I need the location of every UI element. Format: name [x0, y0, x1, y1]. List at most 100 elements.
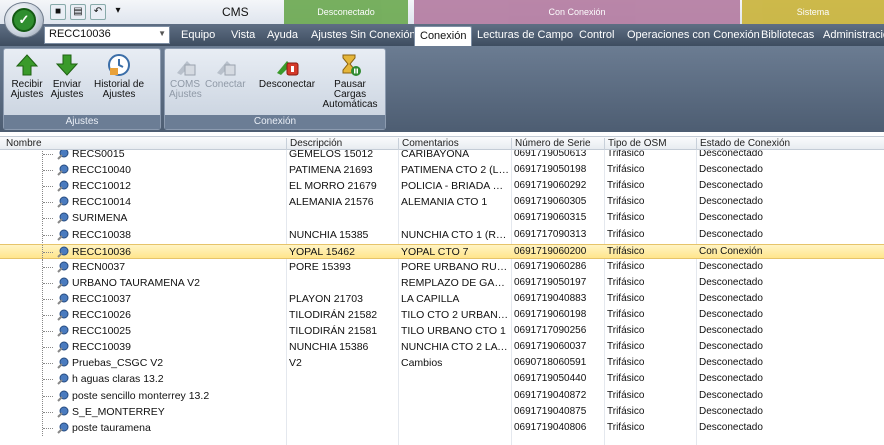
- cell-estado-de-conexion: Con Conexión: [699, 245, 763, 257]
- table-row[interactable]: RECS0015 GEMELOS 15012 CARIBAYONA 069171905…: [0, 150, 884, 162]
- historial-ajustes-button[interactable]: Historial de Ajustes: [88, 53, 150, 100]
- table-row[interactable]: RECC10026 TILODIRÁN 21582 TILO CTO 2 URBAN…: [0, 308, 884, 323]
- column-header-numero-de-serie[interactable]: Número de Serie: [511, 138, 591, 150]
- quick-access-toolbar: ■ ▤ ↶ ▾: [50, 4, 126, 20]
- cell-estado-de-conexion: Desconectado: [699, 325, 763, 337]
- cell-tipo-de-osm: Trifásico: [607, 292, 645, 304]
- cell-nombre: RECC10014: [72, 196, 131, 209]
- table-row[interactable]: RECN0037 PORE 15393 PORE URBANO RUR... 0691…: [0, 259, 884, 275]
- cell-comentarios: PATIMENA CTO 2 (LA...: [401, 164, 509, 177]
- cell-descripcion: TILODIRÁN 21582: [289, 309, 378, 321]
- cell-numero-de-serie: 0691719060037: [514, 341, 587, 353]
- table-row[interactable]: Pruebas_CSGC V2 V2 Cambios 0690718060591 Tri…: [0, 356, 884, 372]
- open-icon[interactable]: ▤: [70, 4, 86, 20]
- tab-lecturas-de-campo[interactable]: Lecturas de Campo: [472, 26, 578, 46]
- tree-connector: [42, 372, 56, 388]
- cell-numero-de-serie: 0691719060315: [514, 212, 587, 224]
- tab-bibliotecas[interactable]: Bibliotecas: [756, 26, 819, 46]
- cell-estado-de-conexion: Desconectado: [699, 196, 763, 208]
- device-node-icon: [57, 373, 69, 386]
- cell-numero-de-serie: 0691719050440: [514, 373, 587, 385]
- context-tab-sistema: Sistema: [742, 0, 884, 24]
- cell-nombre: S_E_MONTERREY: [72, 405, 165, 418]
- ribbon-tab-row: RECC10036 ▼ Equipo Vista Ayuda Ajustes S…: [0, 24, 884, 46]
- tree-connector: [42, 150, 56, 162]
- table-row[interactable]: RECC10037 PLAYON 21703 LA CAPILLA 069171904…: [0, 291, 884, 307]
- column-header-comentarios[interactable]: Comentarios: [398, 138, 459, 150]
- column-header-nombre[interactable]: Nombre: [0, 138, 42, 150]
- cell-estado-de-conexion: Desconectado: [699, 341, 763, 353]
- table-row[interactable]: h aguas claras 13.2 0691719050440 Trifásic…: [0, 372, 884, 388]
- cell-nombre: Pruebas_CSGC V2: [72, 357, 164, 370]
- cell-tipo-de-osm: Trifásico: [607, 196, 645, 208]
- undo-icon[interactable]: ↶: [90, 4, 106, 20]
- cell-comentarios: POLICIA - BRIADA CT...: [401, 180, 509, 193]
- table-row[interactable]: SURIMENA 0691719060315 Trifásico Desconecta…: [0, 211, 884, 227]
- table-row[interactable]: RECC10040 PATIMENA 21693 PATIMENA CTO 2 (L…: [0, 163, 884, 179]
- cell-descripcion: PORE 15393: [289, 260, 351, 273]
- table-row[interactable]: RECC10014 ALEMANIA 21576 ALEMANIA CTO 1 069…: [0, 195, 884, 211]
- coms-ajustes-button[interactable]: COMS Ajustes: [169, 53, 202, 100]
- cell-nombre: RECC10038: [72, 228, 131, 241]
- plug-check-icon: [217, 61, 236, 76]
- context-tab-desconectado: Desconectado: [284, 0, 408, 24]
- recibir-ajustes-button[interactable]: Recibir Ajustes: [8, 53, 46, 100]
- cell-estado-de-conexion: Desconectado: [699, 150, 763, 159]
- device-selector-value: RECC10036: [49, 28, 111, 40]
- tab-administracion[interactable]: Administració: [818, 26, 884, 46]
- cell-numero-de-serie: 0691719050198: [514, 164, 587, 176]
- ribbon-group-label: Ajustes: [4, 115, 160, 129]
- conectar-button[interactable]: Conectar: [205, 53, 246, 90]
- cell-estado-de-conexion: Desconectado: [699, 212, 763, 224]
- cell-nombre: RECC10036: [72, 245, 131, 258]
- table-row[interactable]: URBANO TAURAMENA V2 REMPLAZO DE GABI... 06…: [0, 275, 884, 291]
- cell-descripcion: NUNCHIA 15386: [289, 341, 369, 354]
- cell-estado-de-conexion: Desconectado: [699, 228, 763, 240]
- column-header-tipo-de-osm[interactable]: Tipo de OSM: [604, 138, 667, 150]
- table-row[interactable]: RECC10039 NUNCHIA 15386 NUNCHIA CTO 2 LA P…: [0, 340, 884, 356]
- tree-connector: [42, 291, 56, 307]
- tab-operaciones-con-conexion[interactable]: Operaciones con Conexión: [622, 26, 765, 46]
- tab-ajustes-sin-conexion[interactable]: Ajustes Sin Conexión: [306, 26, 421, 46]
- table-row[interactable]: RECC10012 EL MORRO 21679 POLICIA - BRIADA …: [0, 179, 884, 195]
- chevron-down-icon: ▼: [158, 29, 166, 38]
- cell-nombre: SURIMENA: [72, 212, 128, 225]
- tab-vista[interactable]: Vista: [226, 26, 260, 46]
- tree-connector: [42, 308, 56, 323]
- cell-tipo-de-osm: Trifásico: [607, 341, 645, 353]
- device-node-icon: [57, 422, 69, 434]
- table-row[interactable]: poste tauramena 0691719040806 Trifásico Des…: [0, 420, 884, 436]
- tree-connector: [42, 179, 56, 195]
- cell-nombre: RECC10025: [72, 325, 131, 338]
- table-row[interactable]: RECC10038 NUNCHIA 15385 NUNCHIA CTO 1 (RU.…: [0, 227, 884, 243]
- save-icon[interactable]: ■: [50, 4, 66, 20]
- cell-descripcion: YOPAL 15462: [289, 245, 355, 258]
- table-row[interactable]: poste sencillo monterrey 13.2 06917190408…: [0, 388, 884, 404]
- table-row-selected[interactable]: RECC10036 YOPAL 15462 YOPAL CTO 7 069171906…: [0, 243, 884, 260]
- table-row[interactable]: RECC10025 TILODIRÁN 21581 TILO URBANO CTO …: [0, 324, 884, 340]
- cell-tipo-de-osm: Trifásico: [607, 389, 645, 401]
- tab-control[interactable]: Control: [574, 26, 619, 46]
- ribbon: Recibir Ajustes Enviar Ajustes Historial…: [0, 46, 884, 132]
- ribbon-group-conexion: COMS Ajustes Conectar Desconectar Pausar…: [164, 48, 386, 130]
- context-tab-con-conexion: Con Conexión: [414, 0, 740, 24]
- cell-nombre: RECC10026: [72, 309, 131, 321]
- application-menu-button[interactable]: ✓: [4, 2, 44, 38]
- desconectar-button[interactable]: Desconectar: [257, 53, 317, 90]
- enviar-ajustes-button[interactable]: Enviar Ajustes: [50, 53, 84, 100]
- arrow-up-green-icon: [15, 54, 39, 76]
- tab-ayuda[interactable]: Ayuda: [262, 26, 303, 46]
- device-selector[interactable]: RECC10036 ▼: [44, 26, 170, 44]
- device-node-icon: [57, 357, 69, 370]
- tab-equipo[interactable]: Equipo: [176, 26, 220, 46]
- column-header-descripcion[interactable]: Descripción: [286, 138, 342, 150]
- tab-conexion[interactable]: Conexión: [414, 26, 473, 46]
- pausar-cargas-button[interactable]: Pausar Cargas Automáticas: [317, 53, 383, 110]
- table-row[interactable]: S_E_MONTERREY 0691719040875 Trifásico Desco…: [0, 404, 884, 420]
- plug-disconnect-icon: [277, 61, 299, 76]
- tree-connector: [42, 227, 56, 243]
- qat-dropdown-icon[interactable]: ▾: [110, 4, 126, 20]
- cell-comentarios: TILO CTO 2 URBANO...: [401, 309, 509, 321]
- column-header-estado-de-conexion[interactable]: Estado de Conexión: [696, 138, 790, 150]
- cell-tipo-de-osm: Trifásico: [607, 260, 645, 272]
